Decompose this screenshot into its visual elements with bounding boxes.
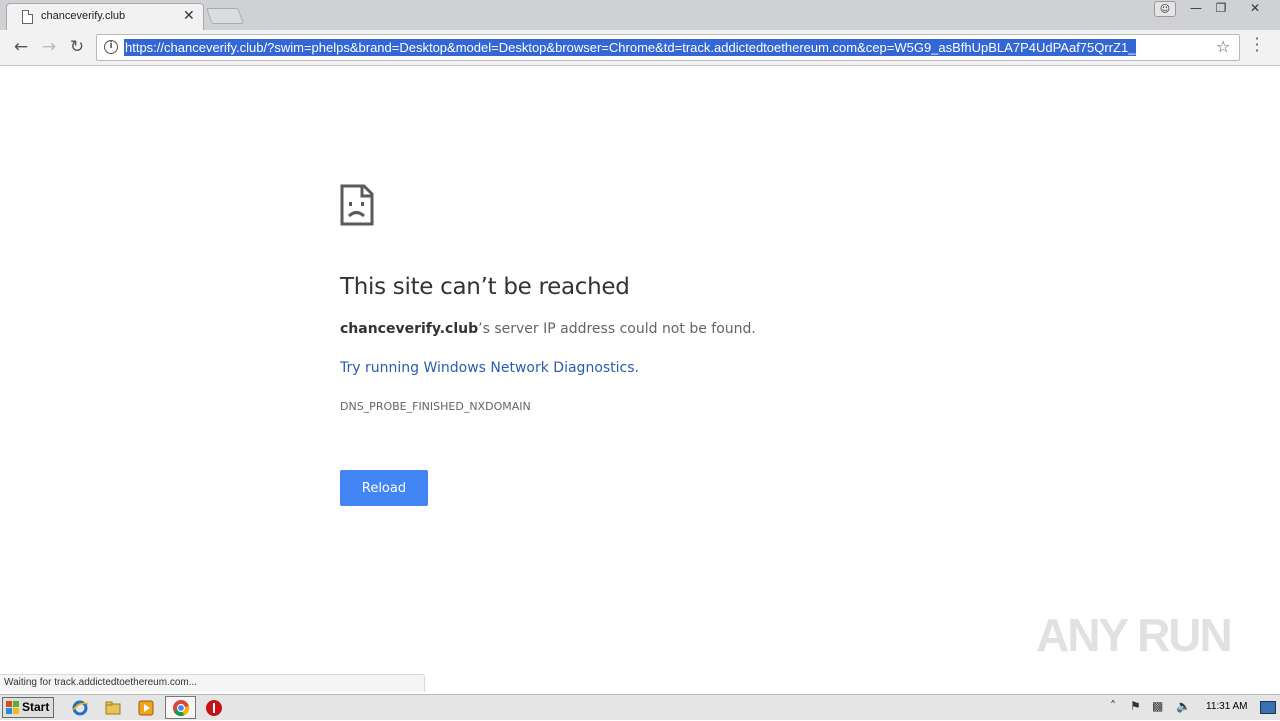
diagnostics-link[interactable]: Try running Windows Network Diagnostics <box>340 360 635 376</box>
forward-arrow-icon[interactable]: → <box>38 37 60 57</box>
kebab-menu-icon[interactable]: · · · <box>1252 31 1262 59</box>
windows-logo-icon <box>6 701 19 714</box>
stop-icon[interactable] <box>205 699 223 717</box>
start-button[interactable]: Start <box>2 697 54 718</box>
reload-button[interactable]: Reload <box>340 470 428 506</box>
action-center-flag-icon[interactable]: ⚑ <box>1130 699 1141 713</box>
address-bar[interactable]: i https://chanceverify.club/?swim=phelps… <box>96 34 1240 61</box>
volume-icon[interactable]: 🔈 <box>1176 699 1191 713</box>
back-arrow-icon[interactable]: ← <box>10 37 32 57</box>
sad-page-icon <box>340 184 374 226</box>
windows-taskbar: Start ˄ ⚑ ▩ 🔈 11:31 AM <box>0 694 1280 720</box>
tab-active[interactable]: chanceverify.club ✕ <box>6 3 204 30</box>
bookmark-star-icon[interactable]: ☆ <box>1216 37 1230 56</box>
new-tab-button[interactable] <box>206 8 244 24</box>
address-url[interactable]: https://chanceverify.club/?swim=phelps&b… <box>124 39 1137 56</box>
media-player-icon[interactable] <box>137 699 155 717</box>
window-close-icon[interactable]: ✕ <box>1240 0 1270 18</box>
error-detail: chanceverify.club’s server IP address co… <box>340 321 756 337</box>
user-profile-icon[interactable]: ☺ <box>1154 1 1176 17</box>
reload-icon[interactable]: ↻ <box>66 37 88 57</box>
status-bubble: Waiting for track.addictedtoethereum.com… <box>0 674 425 692</box>
start-label: Start <box>22 700 50 714</box>
browser-toolbar: ← → ↻ i https://chanceverify.club/?swim=… <box>0 30 1280 66</box>
info-icon[interactable]: i <box>104 40 118 54</box>
chrome-icon <box>173 700 190 717</box>
taskbar-chrome-button[interactable] <box>165 696 196 719</box>
anyrun-watermark: ANY RUN <box>1036 609 1233 661</box>
restore-icon[interactable]: ❐ <box>1208 0 1234 18</box>
file-explorer-icon[interactable] <box>104 699 122 717</box>
diagnostics-line: Try running Windows Network Diagnostics. <box>340 360 639 376</box>
network-icon[interactable]: ▩ <box>1152 699 1163 713</box>
minimize-icon[interactable]: — <box>1183 0 1209 18</box>
tab-strip: chanceverify.club ✕ ☺ — ❐ ✕ <box>0 0 1280 30</box>
error-domain: chanceverify.club <box>340 321 479 337</box>
show-desktop-icon[interactable] <box>1260 701 1276 714</box>
internet-explorer-icon[interactable] <box>71 699 89 717</box>
page-icon <box>22 10 33 24</box>
tab-close-icon[interactable]: ✕ <box>183 8 195 24</box>
tray-expand-icon[interactable]: ˄ <box>1110 699 1116 713</box>
error-code: DNS_PROBE_FINISHED_NXDOMAIN <box>340 400 531 413</box>
tab-title: chanceverify.club <box>41 10 126 22</box>
error-headline: This site can’t be reached <box>340 274 630 300</box>
taskbar-clock[interactable]: 11:31 AM <box>1206 701 1248 712</box>
diagnostics-period: . <box>634 360 639 376</box>
error-detail-text: ’s server IP address could not be found. <box>478 321 756 337</box>
